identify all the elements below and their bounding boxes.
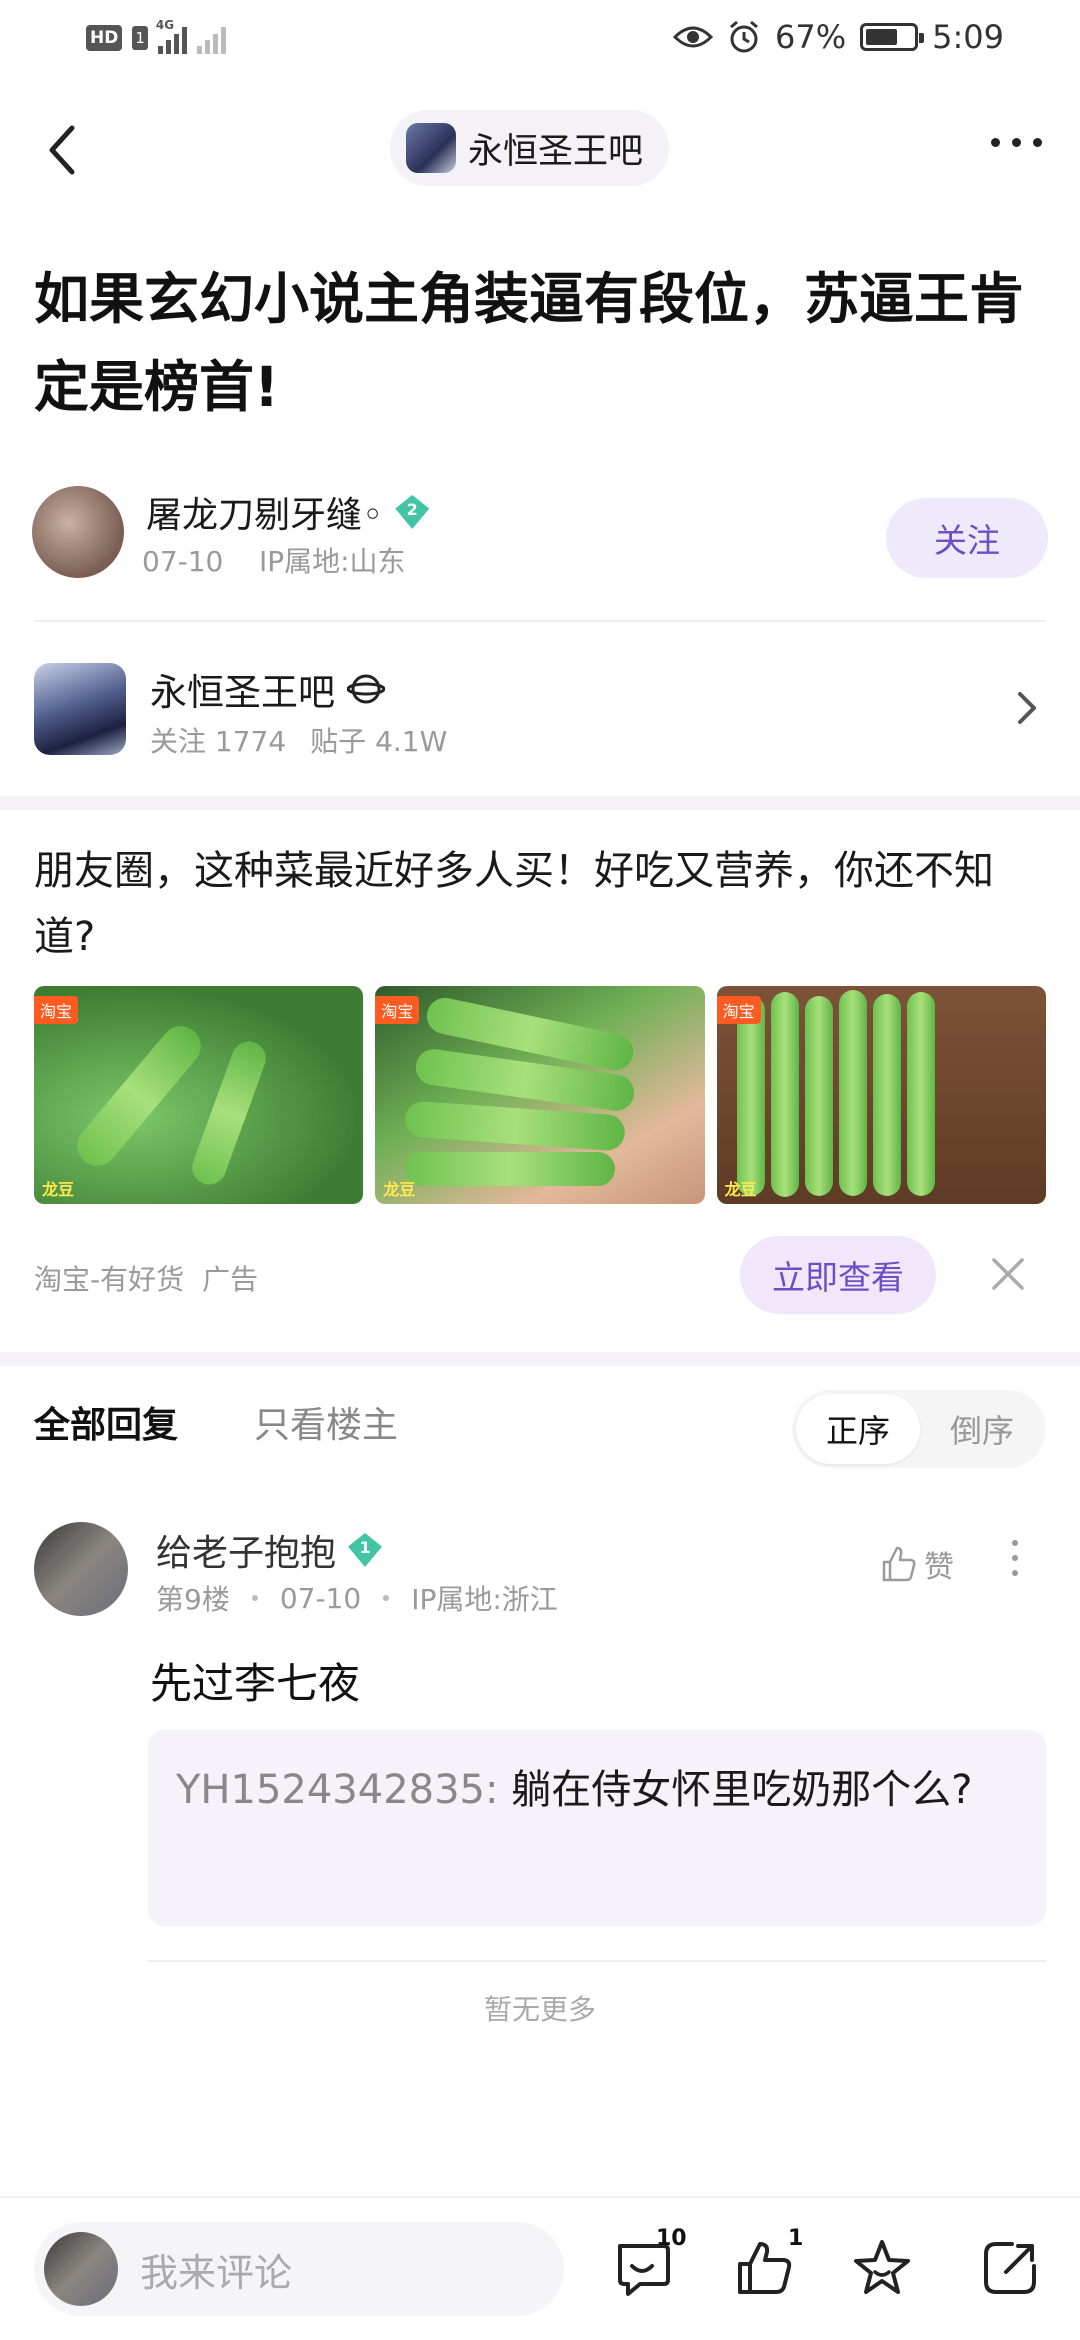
battery-icon [860,23,925,51]
forum-card-avatar [34,663,126,755]
view-now-button[interactable]: 立即查看 [740,1236,936,1314]
replies-header: 全部回复 只看楼主 正序 倒序 [34,1390,1046,1470]
sort-ascending[interactable]: 正序 [796,1394,920,1464]
forum-card-name: 永恒圣王吧 [150,671,335,714]
comment-more-icon[interactable] [1012,1540,1018,1576]
share-icon[interactable] [978,2236,1042,2300]
ad-tag: 淘宝 [375,996,420,1024]
ad-tag: 淘宝 [34,996,79,1024]
ad-source-name[interactable]: 淘宝-有好货 [34,1258,184,1298]
alarm-icon [730,20,758,53]
ad-caption: 龙豆 [383,1180,416,1199]
follow-button[interactable]: 关注 [886,498,1048,578]
author-avatar[interactable] [32,486,124,578]
hd-indicator: HD [86,25,123,51]
back-arrow-icon[interactable] [40,122,90,178]
divider [34,620,1046,622]
planet-icon [347,674,385,704]
eye-icon [673,26,714,48]
author-name[interactable]: 屠龙刀剔牙缝◦ [146,486,383,538]
comment-text: 先过李七夜 [150,1659,361,1708]
comment-count: 10 [656,2226,687,2251]
section-divider [0,1352,1080,1366]
comment-meta: 第9楼 07-10 IP属地:浙江 [156,1578,558,1618]
star-icon[interactable] [850,2236,914,2300]
commenter-name[interactable]: 给老子抱抱 [156,1524,336,1576]
thumbs-up-icon [882,1546,916,1582]
comment-date: 07-10 [279,1581,362,1615]
close-icon[interactable] [990,1256,1026,1292]
forum-pill[interactable]: 永恒圣王吧 [390,110,670,186]
chevron-right-icon [1018,692,1036,724]
thumbs-up-icon[interactable] [732,2236,796,2300]
section-divider [0,796,1080,810]
battery-percent: 67% [775,18,847,56]
more-options-icon[interactable] [991,138,1042,147]
ad-source: 淘宝-有好货 广告 [34,1258,258,1298]
ad-image[interactable]: 淘宝 龙豆 [34,986,364,1204]
sub-reply-user[interactable]: YH1524342835: [176,1767,498,1813]
ad-image[interactable]: 淘宝 龙豆 [375,986,705,1204]
sub-reply-text: 躺在侍女怀里吃奶那个么? [498,1767,973,1813]
ad-tag: 淘宝 [716,996,761,1024]
like-button[interactable]: 赞 [878,1542,954,1586]
ad-caption: 龙豆 [42,1180,75,1199]
ad-caption: 龙豆 [724,1180,757,1199]
comment-ip: IP属地:浙江 [411,1583,558,1616]
tab-only-op[interactable]: 只看楼主 [254,1396,398,1448]
ad-text[interactable]: 朋友圈，这种菜最近好多人买！好吃又营养，你还不知道? [34,838,1046,970]
author-row: 屠龙刀剔牙缝◦ 2 07-10 IP属地:山东 关注 [32,486,1048,582]
forum-pill-name: 永恒圣王吧 [468,131,644,172]
forum-posts: 贴子 4.1W [310,725,448,758]
level-badge: 2 [393,495,431,529]
like-label: 赞 [924,1550,954,1585]
forum-avatar [406,123,456,173]
my-avatar [44,2232,118,2306]
divider [148,1960,1046,1962]
clock: 5:09 [932,18,1004,56]
signal-secondary-icon [196,22,226,54]
no-more-text: 暂无更多 [483,1993,596,2026]
status-bar: HD 1 4G 67% 5:09 [0,0,1080,80]
ad-images[interactable]: 淘宝 龙豆 淘宝 龙豆 淘宝 龙豆 [34,986,1046,1204]
level-badge: 1 [346,1533,384,1567]
ad-label: 广告 [202,1263,259,1296]
sort-toggle: 正序 倒序 [792,1390,1046,1468]
sub-reply[interactable]: YH1524342835: 躺在侍女怀里吃奶那个么? [148,1730,1046,1926]
post-title: 如果玄幻小说主角装逼有段位，苏逼王肯定是榜首! [34,267,1025,419]
like-count: 1 [788,2226,804,2251]
bottom-bar: 我来评论 10 1 [0,2196,1080,2340]
tab-all-replies[interactable]: 全部回复 [34,1396,178,1448]
sim-indicator: 1 [132,26,148,50]
forum-followers: 关注 1774 [150,725,287,758]
top-nav: 永恒圣王吧 [0,100,1080,200]
commenter-avatar[interactable] [34,1522,128,1616]
sort-descending[interactable]: 倒序 [922,1394,1042,1464]
signal-icon: 4G [156,18,187,54]
forum-card[interactable]: 永恒圣王吧 关注 1774 贴子 4.1W [34,660,1046,760]
comment-floor: 第9楼 [156,1583,230,1616]
ad-image[interactable]: 淘宝 龙豆 [716,986,1046,1204]
author-meta: 07-10 IP属地:山东 [142,545,406,578]
comment-item: 给老子抱抱 1 第9楼 07-10 IP属地:浙江 赞 先过李七夜 YH1524… [34,1522,1046,1942]
